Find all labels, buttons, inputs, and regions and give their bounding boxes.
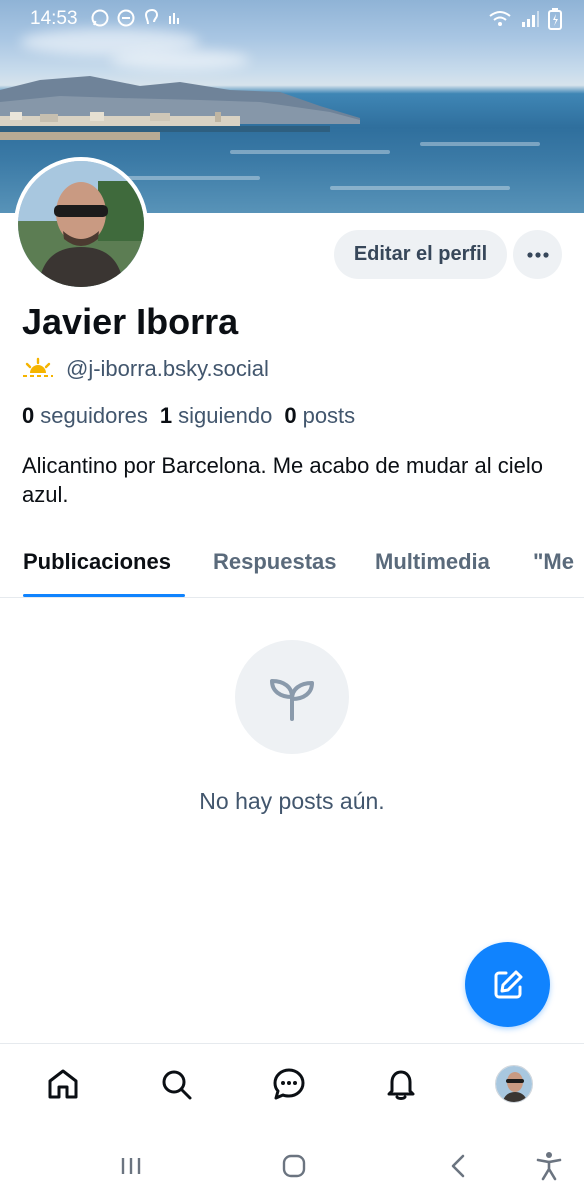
search-icon: [162, 1070, 192, 1100]
profile-name: Javier Iborra: [22, 301, 239, 342]
profile-bio: Alicantino por Barcelona. Me acabo de mu…: [22, 453, 543, 507]
status-time: 14:53: [30, 8, 78, 29]
chat-icon: [273, 1068, 305, 1100]
tab-publicaciones[interactable]: Publicaciones: [23, 549, 171, 575]
tab-multimedia[interactable]: Multimedia: [375, 549, 490, 575]
back-icon: [451, 1154, 465, 1178]
empty-state-badge: [235, 640, 349, 754]
compose-post-button[interactable]: [465, 942, 550, 1027]
profile-avatar[interactable]: [14, 157, 148, 291]
city-shore-image: [0, 112, 330, 140]
followers-label: seguidores: [40, 403, 148, 428]
do-not-disturb-icon: [117, 9, 135, 27]
back-button[interactable]: [448, 1151, 468, 1181]
posts-count: 0: [284, 403, 297, 428]
nav-notifications[interactable]: [381, 1064, 421, 1104]
profile-avatar-small: [495, 1065, 533, 1103]
sprout-icon: [270, 679, 314, 721]
followers-count: 0: [22, 403, 35, 428]
hearing-icon: [144, 8, 159, 25]
accessibility-icon: [536, 1152, 562, 1181]
notification-icon: [169, 13, 179, 24]
followers-link[interactable]: 0 seguidores: [22, 403, 148, 429]
edit-profile-button[interactable]: Editar el perfil: [334, 230, 507, 279]
battery-icon: [548, 8, 562, 30]
tab-respuestas[interactable]: Respuestas: [213, 549, 337, 575]
system-navigation-bar: [0, 1131, 584, 1200]
whatsapp-icon: [91, 9, 109, 27]
home-icon: [48, 1069, 78, 1099]
more-icon: [526, 251, 549, 258]
nav-search[interactable]: [156, 1064, 196, 1104]
posts-label: posts: [302, 403, 356, 428]
avatar-photo: [18, 161, 144, 287]
signal-icon: [522, 11, 539, 27]
empty-state-text: No hay posts aún.: [199, 788, 385, 814]
more-options-button[interactable]: [513, 230, 562, 279]
avatar-photo-small: [496, 1066, 532, 1102]
active-tab-indicator: [23, 594, 185, 597]
nav-chat[interactable]: [269, 1064, 309, 1104]
following-label: siguiendo: [178, 403, 273, 428]
profile-stats: 0 seguidores 1 siguiendo 0 posts: [22, 403, 355, 429]
home-icon: [282, 1154, 306, 1178]
nav-home[interactable]: [43, 1064, 83, 1104]
profile-handle[interactable]: @j-iborra.bsky.social: [66, 356, 269, 382]
recents-button[interactable]: [118, 1151, 144, 1181]
following-link[interactable]: 1 siguiendo: [160, 403, 272, 429]
wifi-icon: [489, 11, 511, 26]
profile-tabs: Publicaciones Respuestas Multimedia "Me: [0, 540, 584, 598]
handle-row: @j-iborra.bsky.social: [22, 356, 269, 382]
tab-me-gusta[interactable]: "Me: [533, 549, 574, 575]
following-count: 1: [159, 403, 173, 428]
sun-icon: [23, 357, 53, 377]
nav-profile[interactable]: [494, 1064, 534, 1104]
accessibility-button[interactable]: [535, 1151, 563, 1181]
posts-stat: 0 posts: [284, 403, 355, 429]
system-home-button[interactable]: [280, 1151, 308, 1181]
compose-icon: [494, 970, 522, 998]
bottom-navigation: [0, 1043, 584, 1131]
status-bar: 14:53: [0, 0, 584, 36]
recents-icon: [121, 1158, 141, 1174]
bell-icon: [387, 1070, 415, 1100]
